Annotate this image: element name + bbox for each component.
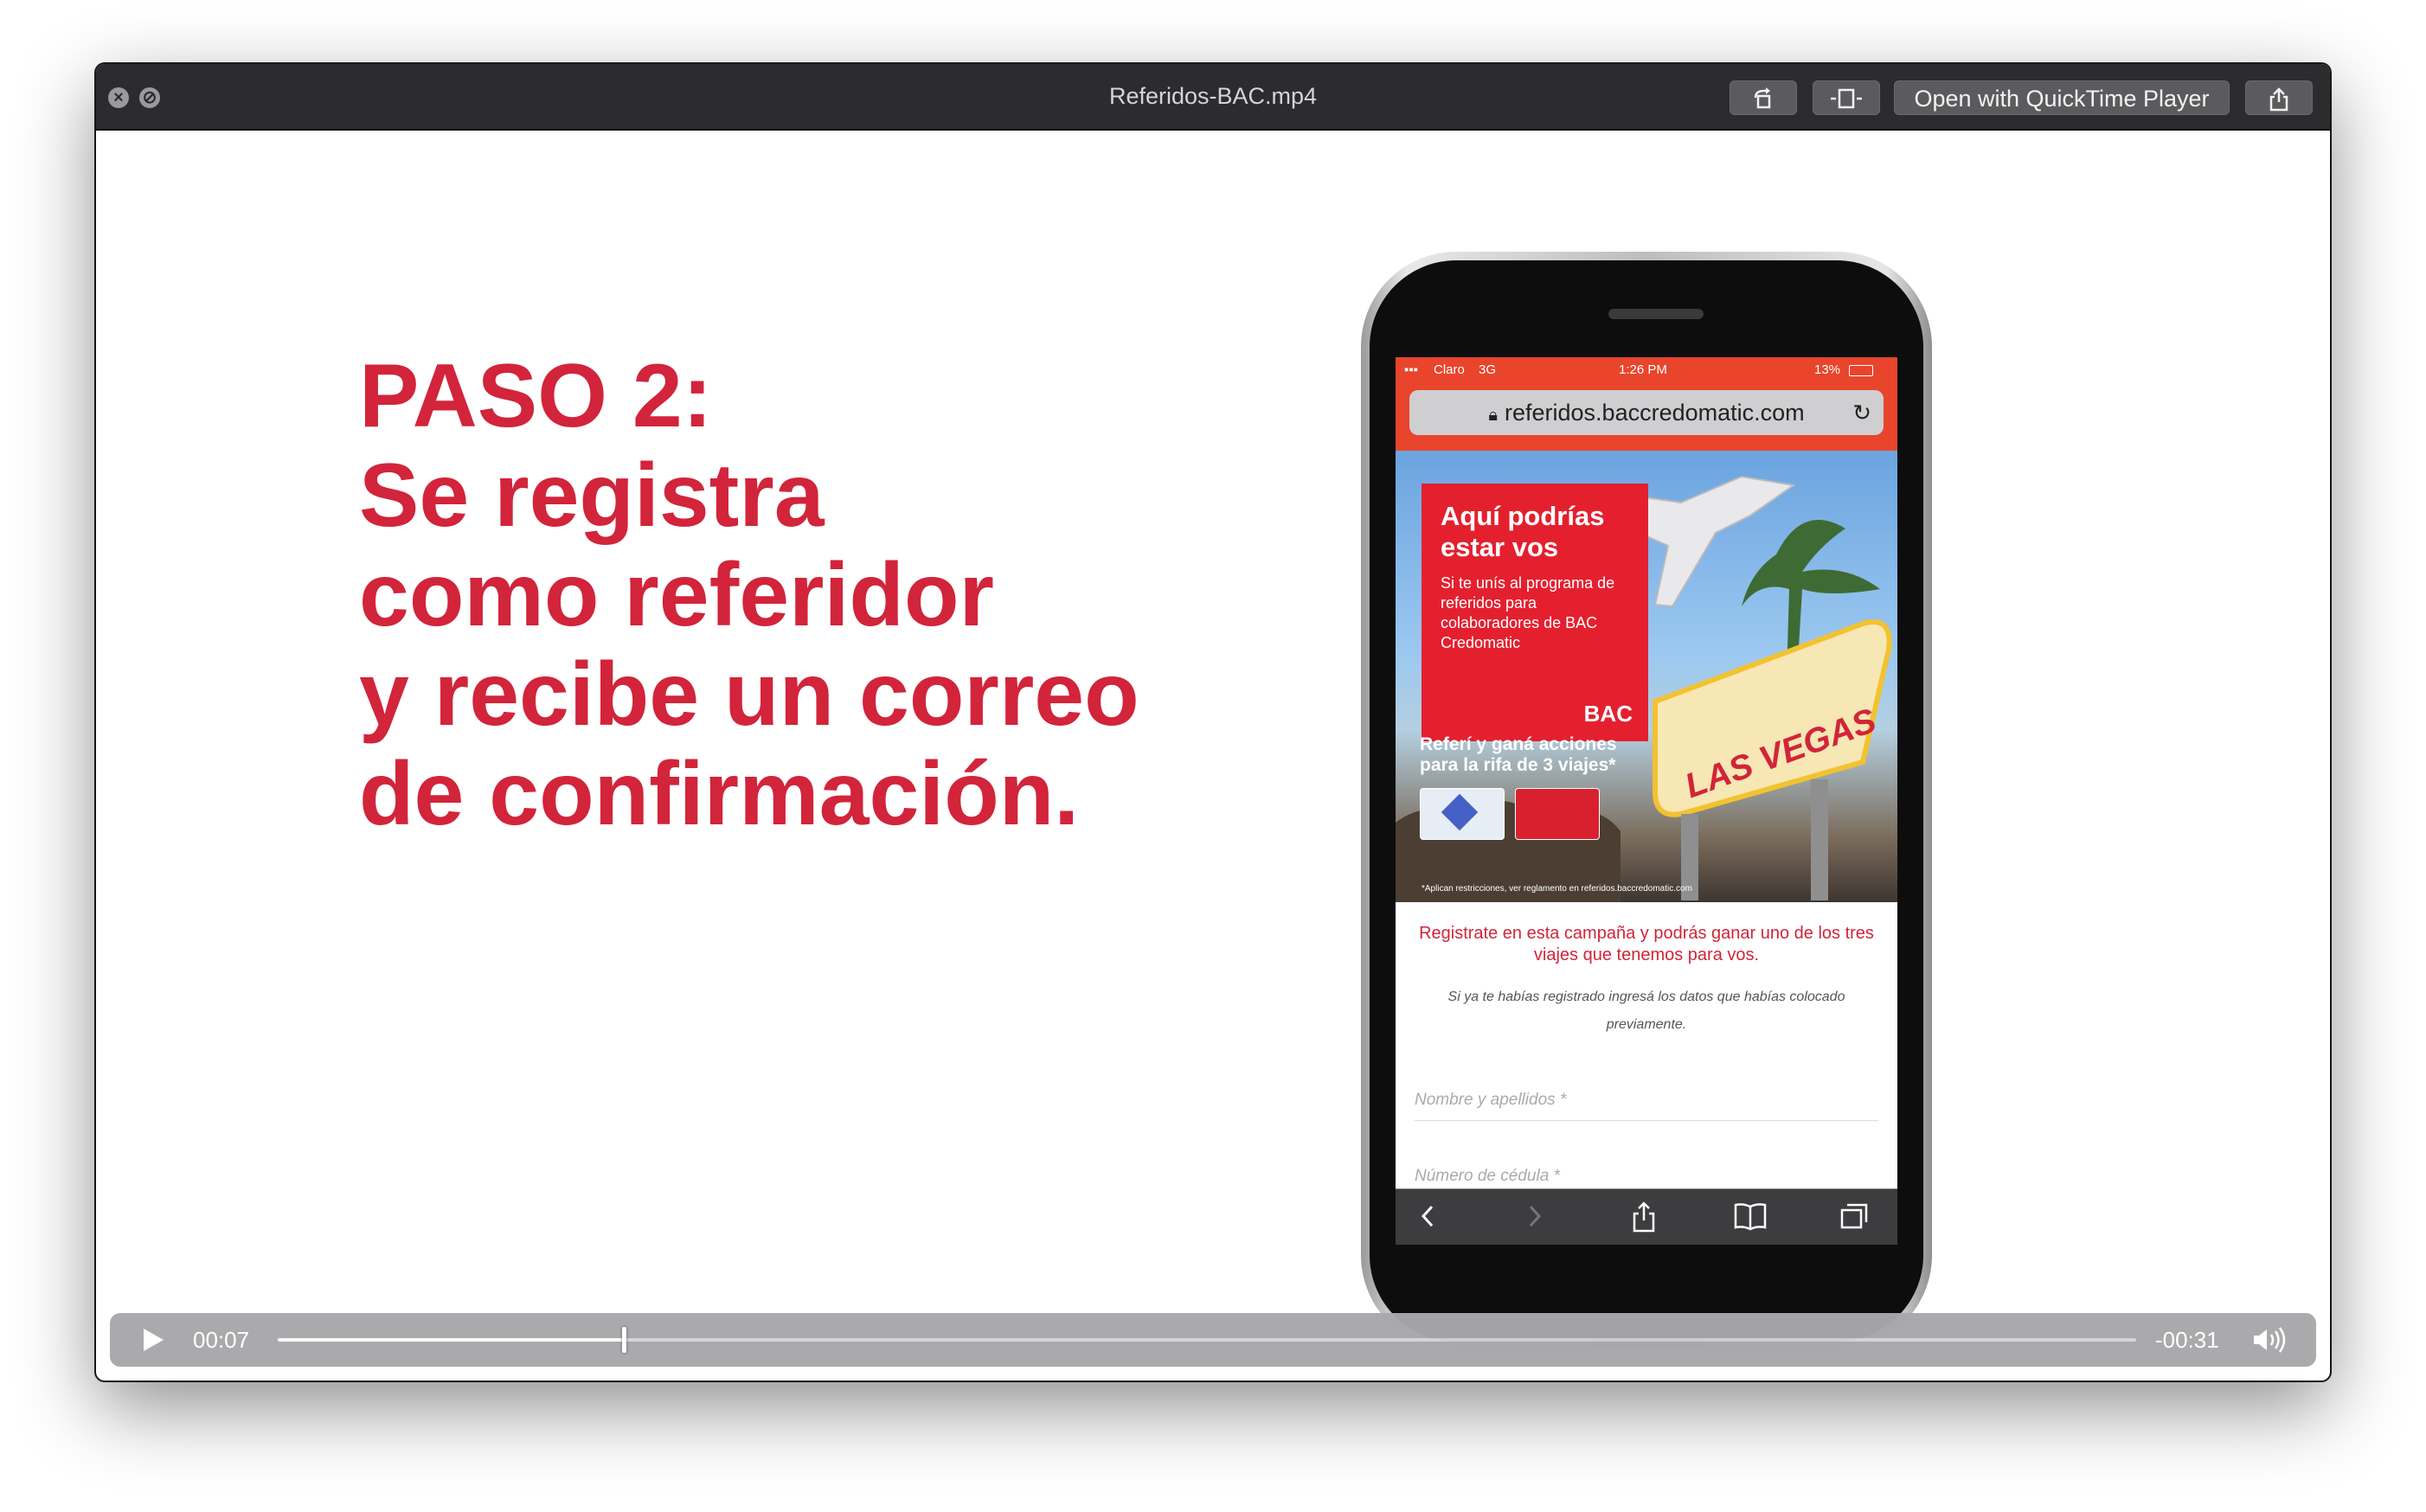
share-icon bbox=[2269, 87, 2288, 112]
safari-toolbar bbox=[1396, 1188, 1897, 1245]
headline-line: y recibe un correo bbox=[359, 644, 1139, 745]
credit-card-blue bbox=[1420, 788, 1505, 840]
form-intro: Registrate en esta campaña y podrás gana… bbox=[1396, 902, 1897, 1039]
forward-icon[interactable] bbox=[1524, 1201, 1546, 1231]
playback-controls: 00:07 -00:31 bbox=[110, 1313, 2316, 1367]
campaign-banner[interactable]: Aquí podrías estar vos Si te unís al pro… bbox=[1396, 451, 1897, 902]
headline-line: como referidor bbox=[359, 545, 994, 645]
scrubber-handle[interactable] bbox=[621, 1327, 626, 1353]
promo-card: Aquí podrías estar vos Si te unís al pro… bbox=[1422, 484, 1648, 741]
headline-line: de confirmación. bbox=[359, 744, 1080, 844]
form-intro-text: Registrate en esta campaña y podrás gana… bbox=[1419, 924, 1874, 964]
open-with-quicktime-button[interactable]: Open with QuickTime Player bbox=[1894, 80, 2230, 115]
reload-icon[interactable]: ↻ bbox=[1852, 390, 1871, 435]
battery-label: 13% bbox=[1814, 362, 1841, 377]
phone-mockup: ▪▪▪ Claro 3G 1:26 PM 13% 🔒︎ referidos.bac… bbox=[1361, 252, 1932, 1350]
name-field[interactable]: Nombre y apellidos * bbox=[1415, 1091, 1878, 1121]
back-icon[interactable] bbox=[1416, 1201, 1439, 1231]
share-sheet-icon[interactable] bbox=[1631, 1201, 1657, 1233]
trim-button[interactable] bbox=[1813, 80, 1880, 115]
lock-icon: 🔒︎ bbox=[1488, 406, 1498, 425]
fine-print: *Aplican restricciones, ver reglamento e… bbox=[1422, 884, 1692, 894]
phone-body: ▪▪▪ Claro 3G 1:26 PM 13% 🔒︎ referidos.bac… bbox=[1370, 260, 1923, 1342]
credit-card-red bbox=[1515, 788, 1600, 840]
url-bar[interactable]: 🔒︎ referidos.baccredomatic.com ↻ bbox=[1409, 390, 1884, 435]
title-bar: × ⊘ Referidos-BAC.mp4 Open with QuickTim… bbox=[96, 64, 2330, 131]
quicklook-window: × ⊘ Referidos-BAC.mp4 Open with QuickTim… bbox=[96, 64, 2330, 1381]
volume-icon[interactable] bbox=[2252, 1327, 2290, 1353]
promo-subtitle: Referí y ganá acciones para la rifa de 3… bbox=[1420, 734, 1617, 775]
trim-icon bbox=[1831, 88, 1862, 109]
status-bar: ▪▪▪ Claro 3G 1:26 PM 13% bbox=[1396, 357, 1897, 383]
clock-label: 1:26 PM bbox=[1619, 362, 1667, 377]
phone-screen: ▪▪▪ Claro 3G 1:26 PM 13% 🔒︎ referidos.bac… bbox=[1396, 357, 1897, 1245]
form-note: Si ya te habías registrado ingresá los d… bbox=[1447, 990, 1845, 1032]
tabs-icon[interactable] bbox=[1839, 1201, 1871, 1231]
scrubber-track[interactable] bbox=[278, 1327, 2136, 1353]
url-text: referidos.baccredomatic.com bbox=[1505, 400, 1805, 426]
rotate-button[interactable] bbox=[1730, 80, 1797, 115]
rotate-icon bbox=[1754, 87, 1771, 109]
scrubber-progress bbox=[278, 1338, 624, 1342]
bookmarks-icon[interactable] bbox=[1733, 1201, 1768, 1231]
signal-icon: ▪▪▪ bbox=[1404, 362, 1418, 377]
speaker-grille bbox=[1608, 309, 1704, 319]
battery-icon bbox=[1849, 365, 1873, 376]
headline-line: PASO 2: bbox=[359, 346, 713, 446]
bac-logo: BAC bbox=[1583, 701, 1633, 727]
remaining-time: -00:31 bbox=[2155, 1327, 2219, 1353]
share-button[interactable] bbox=[2245, 80, 2313, 115]
address-area: 🔒︎ referidos.baccredomatic.com ↻ bbox=[1396, 383, 1897, 451]
play-icon[interactable] bbox=[141, 1327, 165, 1353]
headline: PASO 2: Se registra como referidor y rec… bbox=[359, 347, 1139, 844]
headline-line: Se registra bbox=[359, 445, 825, 546]
elapsed-time: 00:07 bbox=[193, 1327, 250, 1353]
video-frame[interactable]: PASO 2: Se registra como referidor y rec… bbox=[101, 131, 2325, 1376]
promo-body: Si te unís al programa de referidos para… bbox=[1441, 574, 1615, 651]
promo-heading: Aquí podrías estar vos bbox=[1441, 501, 1605, 562]
network-label: 3G bbox=[1479, 362, 1497, 377]
carrier-label: Claro bbox=[1434, 362, 1465, 377]
